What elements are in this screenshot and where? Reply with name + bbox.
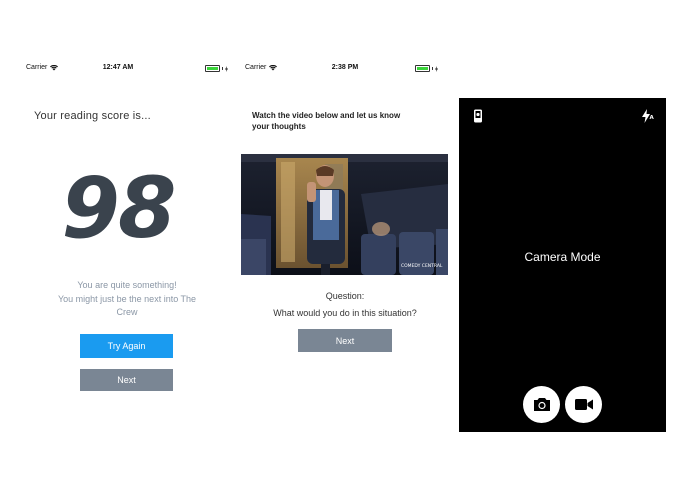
svg-text:A: A [650,115,655,121]
video-capture-button[interactable] [565,386,602,423]
charging-bolt-icon [225,65,228,72]
video-frame: COMEDY CENTRAL [241,154,448,275]
video-heading-line: your thoughts [252,121,306,131]
question-text: What would you do in this situation? [273,308,417,318]
reading-score-value: 98 [61,159,177,257]
next-button[interactable]: Next [298,329,392,352]
score-message-line: You are quite something! [77,280,177,290]
flash-auto-icon[interactable]: A [642,109,655,128]
score-message-line: Crew [116,307,138,317]
camera-icon [533,398,550,411]
video-heading: Watch the video below and let us know yo… [252,111,432,132]
video-watermark: COMEDY CENTRAL [401,263,443,269]
battery-icon [205,65,228,72]
camera-screen: A Camera Mode [459,98,666,432]
score-heading: Your reading score is... [34,110,151,122]
video-question-screen: Carrier 2:38 PM Watch the video below an… [236,0,454,494]
video-heading-line: Watch the video below and let us know [252,111,401,120]
photo-capture-button[interactable] [523,386,560,423]
battery-icon [415,65,438,72]
reading-score-screen: Carrier 12:47 AM Your reading score is..… [0,0,236,494]
video-icon [574,399,593,410]
clock: 12:47 AM [102,64,134,71]
camera-mode-label: Camera Mode [524,250,601,264]
charging-bolt-icon [435,65,438,72]
question-label: Question: [325,291,365,301]
score-message: You are quite something! You might just … [40,279,214,320]
status-bar: Carrier 12:47 AM [0,64,236,76]
score-message-line: You might just be the next into The [57,293,197,304]
switch-camera-icon[interactable] [473,109,483,128]
video-player[interactable]: COMEDY CENTRAL [241,154,448,275]
status-bar: Carrier 2:38 PM [236,64,454,76]
next-button[interactable]: Next [80,369,173,391]
try-again-button[interactable]: Try Again [80,334,173,358]
